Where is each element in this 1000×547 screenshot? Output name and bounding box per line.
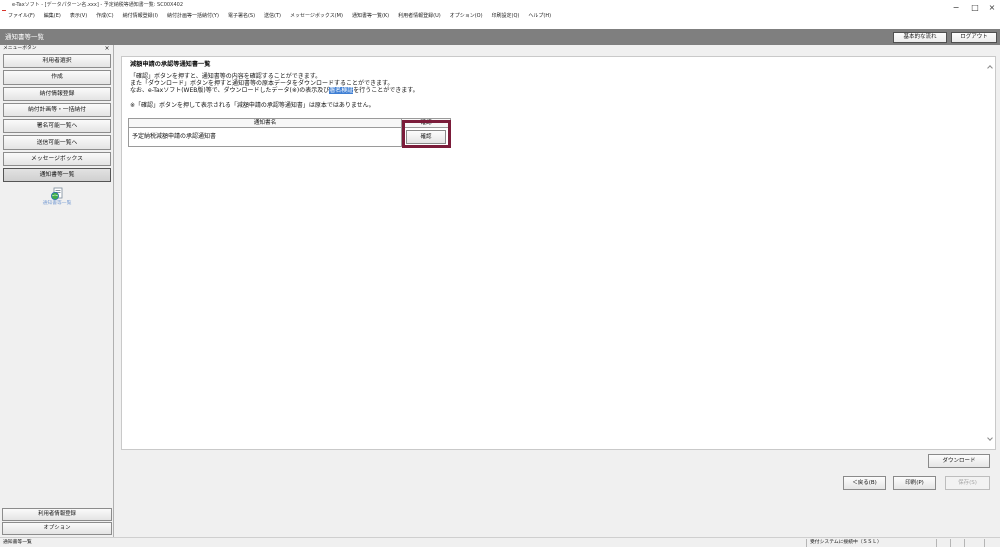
download-button[interactable]: ダウンロード: [928, 454, 990, 468]
menu-sidebar: メニューボタン × 利用者選択 作成 納付情報登録 納付計画等・一括納付 署名可…: [0, 45, 114, 537]
table-header-row: 通知書名 確認: [129, 119, 450, 128]
menu-create[interactable]: 作成(C): [96, 13, 113, 20]
close-sidebar-button[interactable]: ×: [103, 45, 111, 52]
sidebar-item-notice-list[interactable]: 通知書等一覧: [3, 168, 111, 183]
page-title: 通知書等一覧: [5, 33, 44, 41]
menu-help[interactable]: ヘルプ(H): [528, 13, 551, 20]
sidebar-menu: 利用者選択 作成 納付情報登録 納付計画等・一括納付 署名可能一覧へ 送信可能一…: [3, 54, 111, 183]
vertical-scrollbar[interactable]: [985, 57, 995, 449]
section-title: 減額申請の承認等通知書一覧: [130, 61, 211, 68]
sidebar-item-message-box[interactable]: メッセージボックス: [3, 151, 111, 167]
confirm-button[interactable]: 確認: [406, 130, 446, 144]
status-cell: [984, 539, 1000, 547]
sidebar-title: メニューボタン: [3, 46, 37, 51]
menu-view[interactable]: 表示(V): [70, 13, 87, 20]
menu-bar: ファイル(F) 編集(E) 表示(V) 作成(C) 納付情報登録(I) 納付計画…: [0, 11, 1000, 29]
back-button[interactable]: ＜戻る(B): [843, 476, 886, 490]
menu-payment-plan[interactable]: 納付計画等一括納付(Y): [167, 13, 219, 20]
menu-send[interactable]: 送信(T): [264, 13, 281, 20]
description-line-3: なお、e-Taxソフト(WEB版)等で、ダウンロードしたデータ(※)の表示及び署…: [130, 87, 419, 94]
menu-file[interactable]: ファイル(F): [8, 13, 35, 20]
description-line-1: 「確認」ボタンを押すと、通知書等の内容を確認することができます。: [130, 73, 322, 80]
print-button[interactable]: 印刷(P): [893, 476, 936, 490]
menu-print-settings[interactable]: 印刷設定(Q): [492, 13, 520, 20]
title-bar: e-Taxソフト - [データパターン名.xxx] - 予定納税等通知書一覧: …: [0, 0, 1000, 17]
notice-list-icon: [50, 186, 64, 200]
shortcut-label: 通知書等一覧: [42, 201, 72, 206]
notice-name-cell: 予定納税減額申請の承認通知書: [129, 128, 402, 146]
window-title: e-Taxソフト - [データパターン名.xxx] - 予定納税等通知書一覧: …: [12, 2, 184, 8]
status-cell: [936, 539, 950, 547]
menu-notice-list[interactable]: 通知書等一覧(K): [352, 13, 389, 20]
status-cell: [950, 539, 964, 547]
confirm-cell: 確認: [402, 128, 450, 146]
column-header-confirm: 確認: [420, 120, 432, 126]
sidebar-header: メニューボタン ×: [0, 45, 113, 53]
notice-list-panel: 減額申請の承認等通知書一覧 「確認」ボタンを押すと、通知書等の内容を確認すること…: [121, 56, 996, 450]
signature-verification-link[interactable]: 署名検証: [329, 87, 354, 94]
status-cell: [964, 539, 984, 547]
menu-payment-info[interactable]: 納付情報登録(I): [123, 13, 158, 20]
notice-list-shortcut[interactable]: 通知書等一覧: [29, 186, 85, 208]
sidebar-item-signable-list[interactable]: 署名可能一覧へ: [3, 119, 111, 134]
column-header-notice-name: 通知書名: [129, 119, 402, 127]
connection-status: 受付システムに接続中（ＳＳＬ）: [806, 539, 936, 547]
etax-app-icon: [2, 2, 10, 17]
basic-flow-button[interactable]: 基本的な流れ: [893, 32, 947, 43]
menu-digital-signature[interactable]: 電子署名(S): [228, 13, 255, 20]
sidebar-item-payment-plan[interactable]: 納付計画等・一括納付: [3, 102, 111, 118]
note-text: ※「確認」ボタンを押して表示される「減額申請の承認等通知書」は原本ではありません…: [130, 102, 375, 109]
save-button[interactable]: 保存(S): [945, 476, 990, 490]
menu-user-info[interactable]: 利用者情報登録(U): [398, 13, 441, 20]
page-header-bar: 通知書等一覧 基本的な流れ ログアウト: [0, 29, 1000, 45]
menu-message-box[interactable]: メッセージボックス(M): [290, 13, 343, 20]
sidebar-item-user-info[interactable]: 利用者情報登録: [2, 508, 112, 521]
status-bar: 通知書等一覧 受付システムに接続中（ＳＳＬ）: [0, 537, 1000, 547]
logout-button[interactable]: ログアウト: [951, 32, 997, 43]
table-row[interactable]: 予定納税減額申請の承認通知書 確認: [129, 128, 450, 146]
notice-table: 通知書名 確認 予定納税減額申請の承認通知書 確認: [128, 118, 451, 147]
scroll-down-icon[interactable]: [987, 435, 993, 441]
sidebar-item-sendable-list[interactable]: 送信可能一覧へ: [3, 135, 111, 150]
sidebar-item-options[interactable]: オプション: [2, 522, 112, 535]
description-text: なお、e-Taxソフト(WEB版)等で、ダウンロードしたデータ(※)の表示及び: [130, 87, 330, 94]
menu-edit[interactable]: 編集(E): [44, 13, 61, 20]
status-screen-name: 通知書等一覧: [3, 540, 32, 545]
scroll-up-icon[interactable]: [987, 65, 993, 71]
sidebar-item-user-select[interactable]: 利用者選択: [3, 54, 111, 69]
description-line-2: また「ダウンロード」ボタンを押すと通知書等の原本データをダウンロードすることがで…: [130, 80, 394, 87]
description-text: を行うことができます。: [353, 87, 419, 94]
menu-options[interactable]: オプション(O): [450, 13, 483, 20]
sidebar-item-create[interactable]: 作成: [3, 70, 111, 85]
sidebar-item-payment-info[interactable]: 納付情報登録: [3, 86, 111, 101]
